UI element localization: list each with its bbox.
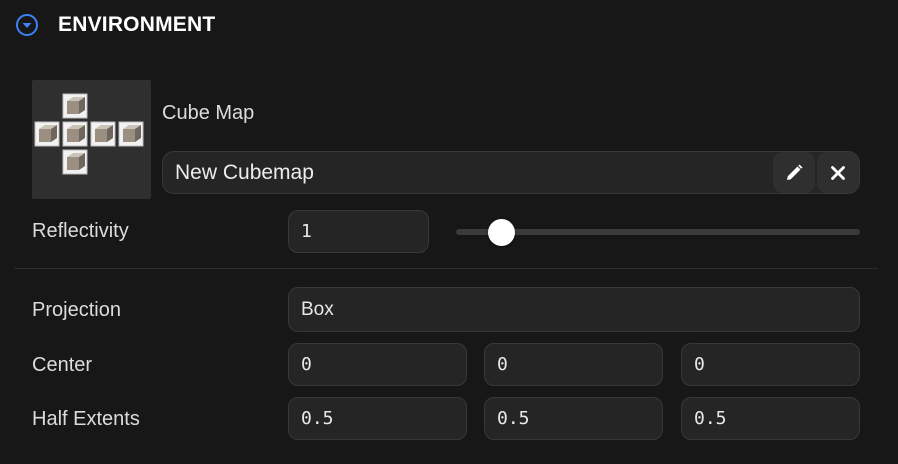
center-x-input[interactable]: 0 [288,343,467,386]
cubemap-thumbnail[interactable] [32,80,151,199]
half-extents-x-input[interactable]: 0.5 [288,397,467,440]
section-header[interactable]: ENVIRONMENT [0,0,898,52]
center-z-value: 0 [694,354,705,375]
center-z-input[interactable]: 0 [681,343,860,386]
projection-value: Box [301,298,334,320]
center-y-value: 0 [497,354,508,375]
reflectivity-slider[interactable] [456,216,860,248]
reflectivity-label: Reflectivity [32,220,129,242]
projection-select[interactable]: Box [288,287,860,332]
center-y-input[interactable]: 0 [484,343,663,386]
center-label: Center [32,354,93,376]
cubemap-cross-icon [34,93,144,175]
slider-track [456,229,860,235]
slider-handle[interactable] [488,219,515,246]
reflectivity-value: 1 [301,221,312,242]
half-extents-label: Half Extents [32,408,140,430]
half-extents-x-value: 0.5 [301,408,334,429]
close-icon [831,165,845,180]
half-extents-y-value: 0.5 [497,408,530,429]
pencil-icon [787,164,803,180]
half-extents-z-input[interactable]: 0.5 [681,397,860,440]
section-title: ENVIRONMENT [58,13,216,36]
reflectivity-input[interactable]: 1 [288,210,429,253]
half-extents-z-value: 0.5 [694,408,727,429]
environment-panel: ENVIRONMENT Cube Map New Cubemap Reflect… [0,0,898,464]
divider [14,268,878,269]
clear-cubemap-button[interactable] [817,152,859,193]
cubemap-asset-field[interactable]: New Cubemap [162,151,860,194]
cubemap-label: Cube Map [162,102,255,124]
chevron-down-circle-icon[interactable] [14,12,40,38]
edit-cubemap-button[interactable] [773,152,815,193]
center-x-value: 0 [301,354,312,375]
projection-label: Projection [32,299,121,321]
half-extents-y-input[interactable]: 0.5 [484,397,663,440]
cubemap-asset-name: New Cubemap [175,160,314,184]
